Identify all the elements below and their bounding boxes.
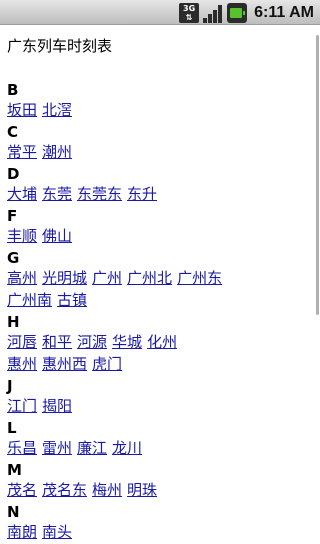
- station-link[interactable]: 北滘: [42, 101, 72, 119]
- station-link[interactable]: 江门: [7, 397, 37, 415]
- section-letter-d: D: [7, 165, 20, 183]
- station-link[interactable]: 华城: [112, 333, 142, 351]
- station-link[interactable]: 梅州: [92, 481, 122, 499]
- section-letter-l: L: [7, 419, 17, 437]
- station-row: 高州 光明城 广州 广州北 广州东: [7, 268, 313, 289]
- station-row: 乐昌 雷州 廉江 龙川: [7, 438, 313, 459]
- station-link[interactable]: 龙川: [112, 439, 142, 457]
- page-title: 广东列车时刻表: [7, 37, 113, 55]
- station-link[interactable]: 光明城: [42, 269, 87, 287]
- station-link[interactable]: 大埔: [7, 185, 37, 203]
- station-link[interactable]: 东升: [127, 185, 157, 203]
- section-letter-b: B: [7, 81, 19, 99]
- data-arrows-icon: ⇅: [185, 12, 193, 22]
- section-letter-m: M: [7, 461, 22, 479]
- section-letter-j: J: [7, 377, 13, 395]
- station-link[interactable]: 东莞: [42, 185, 72, 203]
- station-link[interactable]: 广州北: [127, 269, 172, 287]
- network-3g-icon: 3G ⇅: [179, 2, 200, 23]
- station-link[interactable]: 古镇: [57, 291, 87, 309]
- station-row: 茂名 茂名东 梅州 明珠: [7, 480, 313, 501]
- status-bar: 3G ⇅ 6:11 AM: [0, 0, 320, 25]
- station-row: 河唇 和平 河源 华城 化州: [7, 332, 313, 353]
- station-row: 丰顺 佛山: [7, 226, 313, 247]
- station-row: 惠州 惠州西 虎门: [7, 354, 313, 375]
- section-letter-f: F: [7, 207, 18, 225]
- status-clock: 6:11 AM: [254, 3, 314, 21]
- station-link[interactable]: 揭阳: [42, 397, 72, 415]
- station-link[interactable]: 河源: [77, 333, 107, 351]
- station-link[interactable]: 虎门: [92, 355, 122, 373]
- station-link[interactable]: 广州: [92, 269, 122, 287]
- station-link[interactable]: 佛山: [42, 227, 72, 245]
- station-link[interactable]: 乐昌: [7, 439, 37, 457]
- station-link[interactable]: 茂名东: [42, 481, 87, 499]
- station-link[interactable]: 广州东: [177, 269, 222, 287]
- station-row: 江门 揭阳: [7, 396, 313, 417]
- station-row: 坂田 北滘: [7, 100, 313, 121]
- station-link[interactable]: 河唇: [7, 333, 37, 351]
- station-link[interactable]: 潮州: [42, 143, 72, 161]
- section-letter-h: H: [7, 313, 20, 331]
- station-index: B 坂田 北滘 C 常平 潮州 D 大埔 东莞 东莞东 东升 F 丰顺 佛山 G 高州 光明城 广州 广州北 广州东广…: [7, 80, 313, 543]
- station-row: 大埔 东莞 东莞东 东升: [7, 184, 313, 205]
- battery-charging-icon: [227, 2, 248, 23]
- station-link[interactable]: 和平: [42, 333, 72, 351]
- station-link[interactable]: 丰顺: [7, 227, 37, 245]
- scrollbar[interactable]: [316, 35, 319, 315]
- station-link[interactable]: 广州南: [7, 291, 52, 309]
- station-link[interactable]: 茂名: [7, 481, 37, 499]
- station-link[interactable]: 坂田: [7, 101, 37, 119]
- section-letter-n: N: [7, 503, 20, 521]
- station-link[interactable]: 惠州: [7, 355, 37, 373]
- station-link[interactable]: 惠州西: [42, 355, 87, 373]
- station-link[interactable]: 南朗: [7, 523, 37, 541]
- timetable-page: 广东列车时刻表 B 坂田 北滘 C 常平 潮州 D 大埔 东莞 东莞东 东升 F 丰顺 佛山 G 高州 光明城广…: [7, 34, 313, 544]
- station-link[interactable]: 雷州: [42, 439, 72, 457]
- section-letter-c: C: [7, 123, 19, 141]
- station-link[interactable]: 廉江: [77, 439, 107, 457]
- station-link[interactable]: 化州: [147, 333, 177, 351]
- station-row: 广州南 古镇: [7, 290, 313, 311]
- station-link[interactable]: 东莞东: [77, 185, 122, 203]
- network-type-label: 3G: [183, 3, 196, 13]
- status-icons: 3G ⇅ 6:11 AM: [179, 2, 314, 23]
- section-letter-g: G: [7, 249, 20, 267]
- station-link[interactable]: 常平: [7, 143, 37, 161]
- station-link[interactable]: 明珠: [127, 481, 157, 499]
- station-row: 常平 潮州: [7, 142, 313, 163]
- station-link[interactable]: 南头: [42, 523, 72, 541]
- station-link[interactable]: 高州: [7, 269, 37, 287]
- signal-icon: [203, 3, 223, 23]
